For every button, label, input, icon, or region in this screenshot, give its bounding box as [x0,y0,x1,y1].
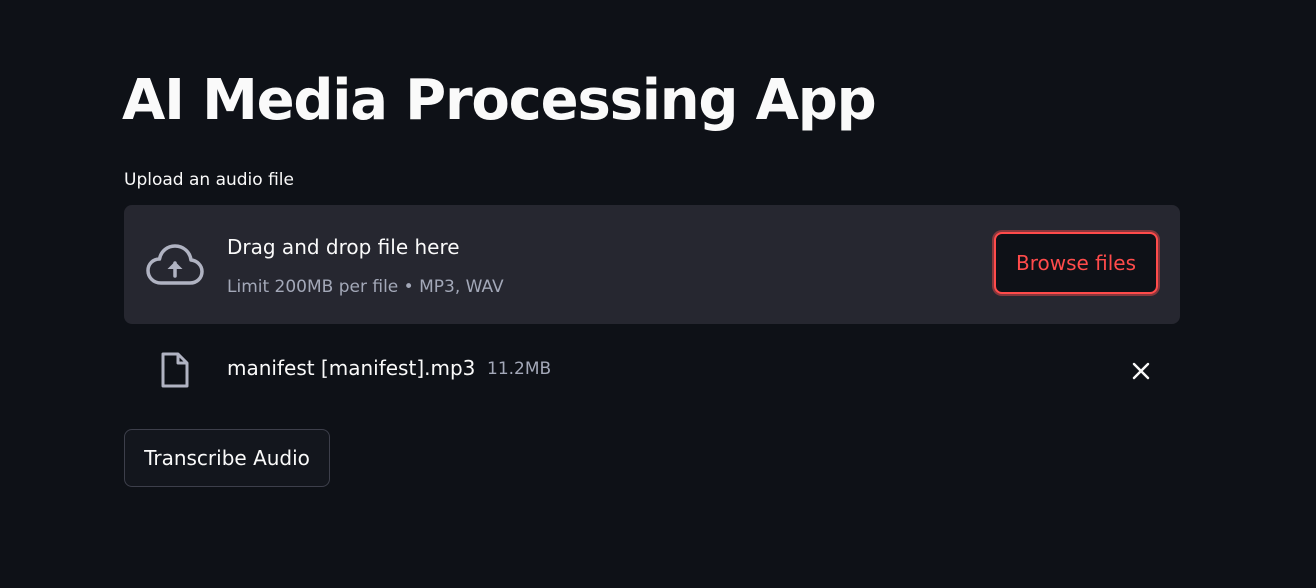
close-icon [1132,362,1150,380]
dropzone-instructions: Drag and drop file here [227,235,460,259]
dropzone-file-limit: Limit 200MB per file • MP3, WAV [227,277,504,297]
remove-file-button[interactable] [1126,356,1156,386]
cloud-upload-icon [146,243,204,287]
browse-files-button[interactable]: Browse files [994,232,1158,294]
page-title: AI Media Processing App [122,68,877,133]
file-uploader-label: Upload an audio file [124,170,294,190]
transcribe-audio-button[interactable]: Transcribe Audio [124,429,330,487]
file-dropzone[interactable]: Drag and drop file here Limit 200MB per … [124,205,1180,324]
file-icon [160,351,190,389]
uploaded-file-item: manifest [manifest].mp3 11.2MB [124,340,1180,400]
uploaded-file-size: 11.2MB [487,359,552,379]
uploaded-file-name: manifest [manifest].mp3 [227,356,476,380]
